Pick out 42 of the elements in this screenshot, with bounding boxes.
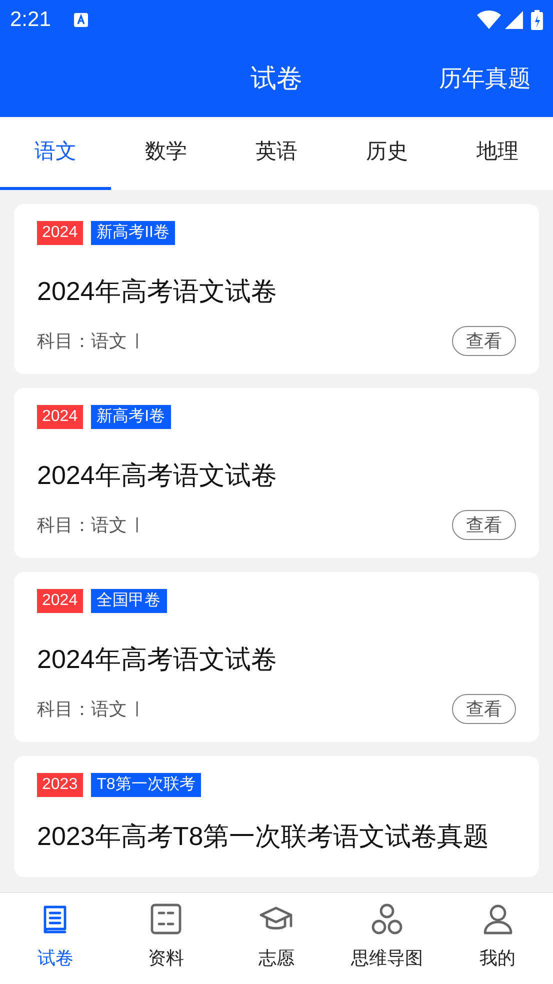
view-button[interactable]: 查看	[452, 326, 516, 356]
paper-card[interactable]: 2023 T8第一次联考 2023年高考T8第一次联考语文试卷真题	[14, 756, 539, 877]
separator: |	[135, 515, 140, 535]
signal-icon	[505, 11, 523, 29]
year-tag: 2024	[37, 589, 83, 613]
separator: |	[135, 331, 140, 351]
subject-tab[interactable]: 地理	[442, 117, 553, 190]
view-button[interactable]: 查看	[452, 510, 516, 540]
page-title: 试卷	[250, 62, 302, 95]
paper-card[interactable]: 2024 新高考II卷 2024年高考语文试卷 科目：语文 | 查看	[14, 204, 539, 374]
status-time: 2:21	[10, 7, 51, 34]
nav-item[interactable]: 我的	[442, 893, 553, 984]
nav-item[interactable]: 思维导图	[332, 893, 442, 984]
subject-label: 科目：语文	[37, 514, 127, 536]
separator: |	[135, 699, 140, 719]
paper-title: 2024年高考语文试卷	[37, 643, 278, 676]
exam-tag: 全国甲卷	[90, 589, 167, 613]
exam-tag: T8第一次联考	[90, 773, 202, 797]
subject-tab[interactable]: 数学	[110, 117, 222, 190]
wifi-icon	[477, 10, 501, 30]
subject-tab[interactable]: 历史	[332, 117, 442, 190]
exam-tag: 新高考II卷	[90, 221, 176, 245]
nav-item[interactable]: 资料	[110, 893, 222, 984]
notification-icon	[72, 12, 89, 28]
battery-icon	[531, 10, 543, 30]
year-tag: 2023	[37, 773, 83, 797]
subject-label: 科目：语文	[37, 698, 127, 720]
nav-item[interactable]: 志愿	[221, 893, 332, 984]
subject-tab[interactable]: 语文	[0, 117, 111, 190]
year-tag: 2024	[37, 405, 83, 429]
paper-title: 2023年高考T8第一次联考语文试卷真题	[37, 820, 490, 853]
nav-item[interactable]: 试卷	[0, 893, 111, 984]
past-exams-link[interactable]: 历年真题	[439, 61, 531, 96]
paper-title: 2024年高考语文试卷	[37, 275, 278, 308]
subject-tab[interactable]: 英语	[221, 117, 332, 190]
year-tag: 2024	[37, 221, 83, 245]
paper-card[interactable]: 2024 新高考I卷 2024年高考语文试卷 科目：语文 | 查看	[14, 388, 539, 558]
subject-label: 科目：语文	[37, 330, 127, 352]
view-button[interactable]: 查看	[452, 694, 516, 724]
paper-card[interactable]: 2024 全国甲卷 2024年高考语文试卷 科目：语文 | 查看	[14, 572, 539, 742]
exam-tag: 新高考I卷	[90, 405, 172, 429]
paper-title: 2024年高考语文试卷	[37, 459, 278, 492]
